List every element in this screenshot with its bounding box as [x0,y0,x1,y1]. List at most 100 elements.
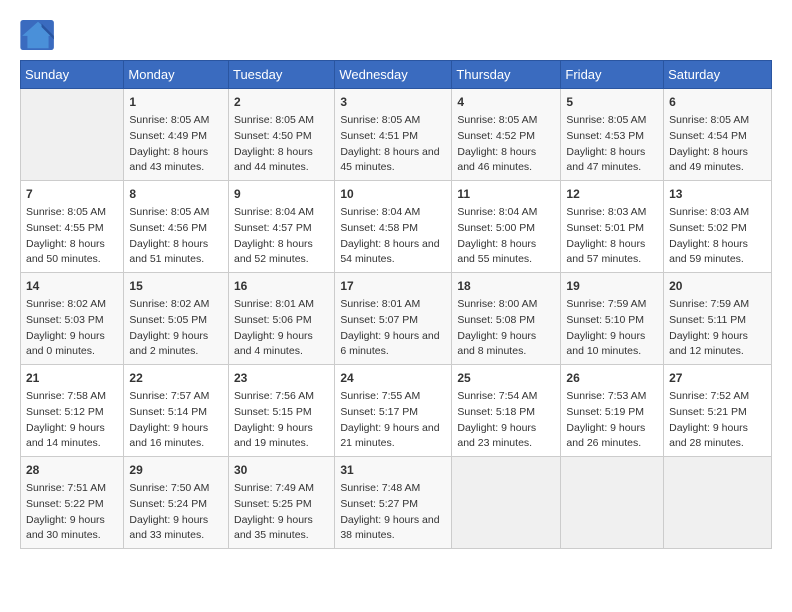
day-number: 13 [669,185,766,203]
sunset: Sunset: 4:50 PM [234,130,312,142]
sunset: Sunset: 5:27 PM [340,498,418,510]
daylight: Daylight: 9 hours and 8 minutes. [457,330,536,358]
daylight: Daylight: 8 hours and 44 minutes. [234,146,313,174]
sunset: Sunset: 4:52 PM [457,130,535,142]
day-cell: 26Sunrise: 7:53 AMSunset: 5:19 PMDayligh… [561,365,664,457]
day-cell: 27Sunrise: 7:52 AMSunset: 5:21 PMDayligh… [664,365,772,457]
header-row: SundayMondayTuesdayWednesdayThursdayFrid… [21,61,772,89]
daylight: Daylight: 9 hours and 30 minutes. [26,514,105,542]
day-cell: 10Sunrise: 8:04 AMSunset: 4:58 PMDayligh… [335,181,452,273]
day-number: 7 [26,185,118,203]
day-header-thursday: Thursday [452,61,561,89]
daylight: Daylight: 9 hours and 38 minutes. [340,514,439,542]
daylight: Daylight: 9 hours and 2 minutes. [129,330,208,358]
sunset: Sunset: 5:25 PM [234,498,312,510]
daylight: Daylight: 8 hours and 54 minutes. [340,238,439,266]
day-cell [664,457,772,549]
daylight: Daylight: 9 hours and 33 minutes. [129,514,208,542]
sunset: Sunset: 4:55 PM [26,222,104,234]
sunrise: Sunrise: 8:03 AM [566,206,646,218]
day-cell: 16Sunrise: 8:01 AMSunset: 5:06 PMDayligh… [228,273,334,365]
sunset: Sunset: 5:02 PM [669,222,747,234]
daylight: Daylight: 8 hours and 59 minutes. [669,238,748,266]
sunrise: Sunrise: 7:59 AM [669,298,749,310]
week-row-1: 1Sunrise: 8:05 AMSunset: 4:49 PMDaylight… [21,89,772,181]
day-cell: 23Sunrise: 7:56 AMSunset: 5:15 PMDayligh… [228,365,334,457]
week-row-5: 28Sunrise: 7:51 AMSunset: 5:22 PMDayligh… [21,457,772,549]
sunrise: Sunrise: 7:50 AM [129,482,209,494]
day-cell: 25Sunrise: 7:54 AMSunset: 5:18 PMDayligh… [452,365,561,457]
daylight: Daylight: 8 hours and 57 minutes. [566,238,645,266]
sunrise: Sunrise: 8:04 AM [457,206,537,218]
day-header-friday: Friday [561,61,664,89]
sunset: Sunset: 5:10 PM [566,314,644,326]
day-number: 16 [234,277,329,295]
sunset: Sunset: 4:51 PM [340,130,418,142]
day-cell [561,457,664,549]
daylight: Daylight: 9 hours and 12 minutes. [669,330,748,358]
sunrise: Sunrise: 7:48 AM [340,482,420,494]
day-cell [452,457,561,549]
daylight: Daylight: 8 hours and 51 minutes. [129,238,208,266]
day-cell: 9Sunrise: 8:04 AMSunset: 4:57 PMDaylight… [228,181,334,273]
day-number: 2 [234,93,329,111]
day-number: 10 [340,185,446,203]
daylight: Daylight: 8 hours and 43 minutes. [129,146,208,174]
sunset: Sunset: 4:54 PM [669,130,747,142]
sunset: Sunset: 5:01 PM [566,222,644,234]
sunrise: Sunrise: 7:51 AM [26,482,106,494]
day-number: 27 [669,369,766,387]
day-cell: 2Sunrise: 8:05 AMSunset: 4:50 PMDaylight… [228,89,334,181]
day-header-monday: Monday [124,61,229,89]
day-cell: 29Sunrise: 7:50 AMSunset: 5:24 PMDayligh… [124,457,229,549]
daylight: Daylight: 9 hours and 21 minutes. [340,422,439,450]
sunset: Sunset: 5:14 PM [129,406,207,418]
day-cell: 3Sunrise: 8:05 AMSunset: 4:51 PMDaylight… [335,89,452,181]
day-header-saturday: Saturday [664,61,772,89]
day-cell: 30Sunrise: 7:49 AMSunset: 5:25 PMDayligh… [228,457,334,549]
sunrise: Sunrise: 8:00 AM [457,298,537,310]
sunset: Sunset: 4:57 PM [234,222,312,234]
day-cell: 15Sunrise: 8:02 AMSunset: 5:05 PMDayligh… [124,273,229,365]
sunset: Sunset: 5:00 PM [457,222,535,234]
week-row-4: 21Sunrise: 7:58 AMSunset: 5:12 PMDayligh… [21,365,772,457]
day-cell: 20 Sunrise: 7:59 AM Sunset: 5:11 PM Dayligh… [664,273,772,365]
daylight: Daylight: 9 hours and 0 minutes. [26,330,105,358]
sunrise: Sunrise: 8:05 AM [669,114,749,126]
day-number: 15 [129,277,223,295]
sunset: Sunset: 5:18 PM [457,406,535,418]
sunrise: Sunrise: 8:05 AM [340,114,420,126]
day-cell: 12 Sunrise: 8:03 AM Sunset: 5:01 PM Dayligh… [561,181,664,273]
sunset: Sunset: 5:07 PM [340,314,418,326]
sunset: Sunset: 5:03 PM [26,314,104,326]
day-cell: 4Sunrise: 8:05 AMSunset: 4:52 PMDaylight… [452,89,561,181]
daylight: Daylight: 9 hours and 16 minutes. [129,422,208,450]
page-header [20,20,772,50]
daylight: Daylight: 8 hours and 45 minutes. [340,146,439,174]
sunrise: Sunrise: 7:54 AM [457,390,537,402]
daylight: Daylight: 8 hours and 52 minutes. [234,238,313,266]
sunset: Sunset: 5:05 PM [129,314,207,326]
sunrise: Sunrise: 7:57 AM [129,390,209,402]
logo-icon [20,20,56,50]
sunrise: Sunrise: 7:53 AM [566,390,646,402]
daylight: Daylight: 9 hours and 10 minutes. [566,330,645,358]
sunrise: Sunrise: 7:52 AM [669,390,749,402]
sunset: Sunset: 5:11 PM [669,314,746,326]
day-number: 12 [566,185,658,203]
day-number: 11 [457,185,555,203]
day-number: 31 [340,461,446,479]
daylight: Daylight: 8 hours and 55 minutes. [457,238,536,266]
day-number: 1 [129,93,223,111]
day-number: 26 [566,369,658,387]
daylight: Daylight: 8 hours and 49 minutes. [669,146,748,174]
daylight: Daylight: 8 hours and 47 minutes. [566,146,645,174]
sunset: Sunset: 5:17 PM [340,406,418,418]
day-cell: 22Sunrise: 7:57 AMSunset: 5:14 PMDayligh… [124,365,229,457]
day-header-wednesday: Wednesday [335,61,452,89]
day-number: 20 [669,277,766,295]
sunset: Sunset: 5:21 PM [669,406,747,418]
daylight: Daylight: 9 hours and 35 minutes. [234,514,313,542]
day-cell: 21Sunrise: 7:58 AMSunset: 5:12 PMDayligh… [21,365,124,457]
daylight: Daylight: 8 hours and 50 minutes. [26,238,105,266]
